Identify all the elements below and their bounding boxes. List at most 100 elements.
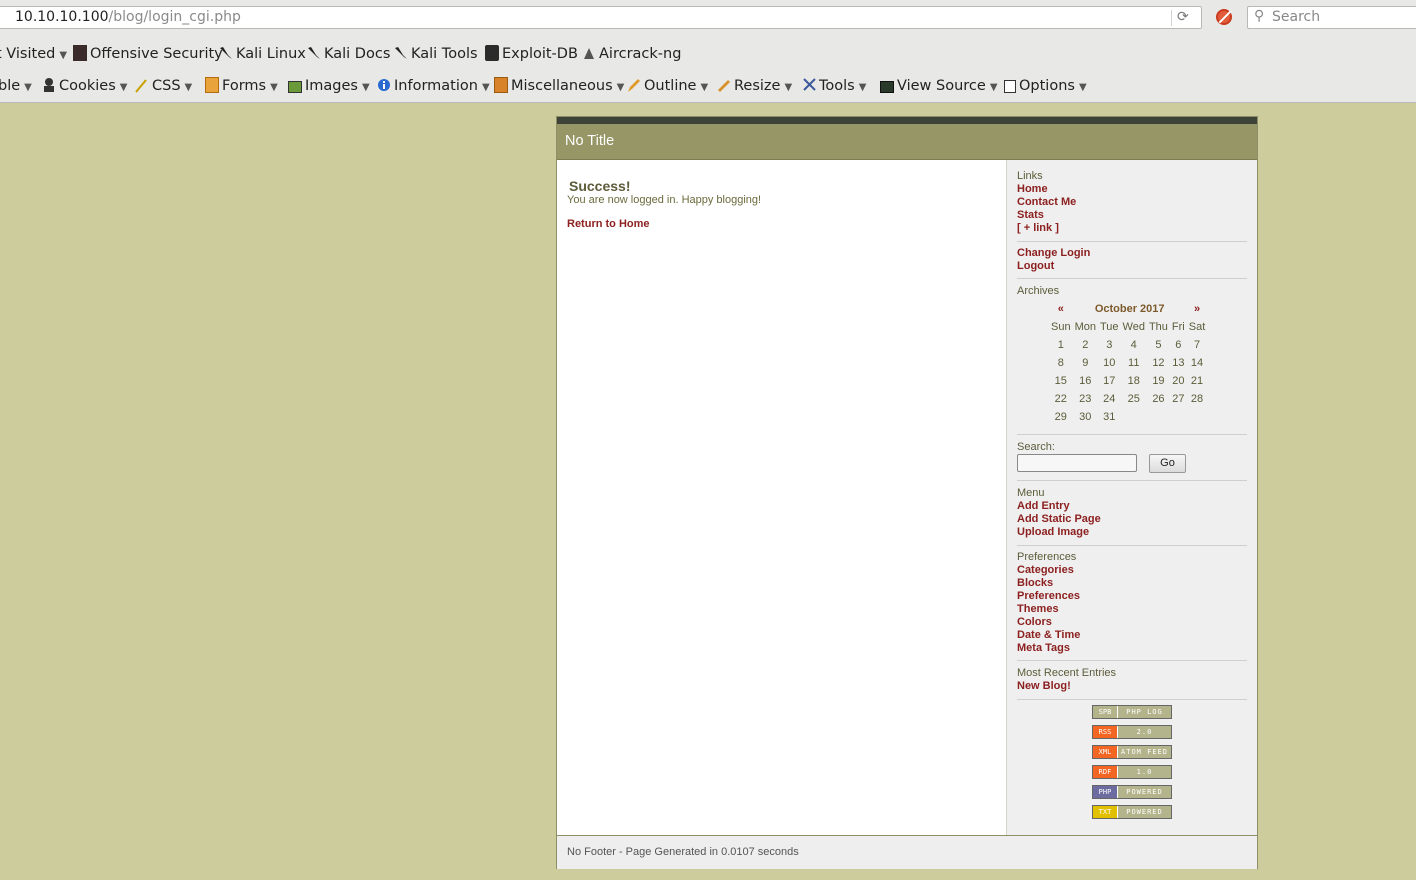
noscript-icon[interactable] bbox=[1216, 9, 1232, 25]
devtb-forms[interactable]: Forms ▼ bbox=[205, 74, 278, 100]
link-themes[interactable]: Themes bbox=[1017, 603, 1247, 616]
calendar-day: 6 bbox=[1175, 339, 1182, 351]
links-block: Links Home Contact Me Stats [ + link ] bbox=[1017, 170, 1247, 235]
link-home[interactable]: Home bbox=[1017, 183, 1247, 196]
link-preferences[interactable]: Preferences bbox=[1017, 590, 1247, 603]
bookmark-label: Kali Docs bbox=[324, 46, 391, 62]
link-stats[interactable]: Stats bbox=[1017, 209, 1247, 222]
search-icon: ⚲ bbox=[1254, 8, 1265, 24]
bookmark-label: Offensive Security bbox=[90, 46, 223, 62]
txt-powered-badge[interactable]: TXT POWERED bbox=[1092, 805, 1172, 819]
calendar-day bbox=[1187, 408, 1208, 426]
images-icon bbox=[288, 81, 302, 93]
badge-left: XML bbox=[1093, 746, 1118, 758]
link-logout[interactable]: Logout bbox=[1017, 260, 1247, 273]
devtb-information[interactable]: Information ▼ bbox=[377, 74, 490, 100]
divider bbox=[1017, 434, 1247, 435]
devtb-miscellaneous[interactable]: Miscellaneous ▼ bbox=[494, 74, 624, 100]
badge-left: SPB bbox=[1093, 706, 1118, 718]
devtb-view-source[interactable]: View Source ▼ bbox=[880, 74, 998, 100]
bookmark-exploit-db[interactable]: Exploit-DB bbox=[485, 42, 578, 66]
success-message: You are now logged in. Happy blogging! bbox=[567, 194, 762, 206]
link-blocks[interactable]: Blocks bbox=[1017, 577, 1247, 590]
bookmark-label: Aircrack-ng bbox=[599, 46, 682, 62]
weekday: Sat bbox=[1188, 321, 1206, 333]
calendar-day: 8 bbox=[1057, 357, 1064, 369]
chevron-down-icon: ▼ bbox=[481, 82, 490, 93]
devtb-options[interactable]: Options ▼ bbox=[1004, 74, 1087, 100]
recent-entries-block: Most Recent Entries New Blog! bbox=[1017, 667, 1247, 693]
weekday: Tue bbox=[1099, 321, 1119, 333]
url-host: 10.10.10.100 bbox=[15, 9, 109, 25]
calendar-month[interactable]: October 2017 bbox=[1073, 300, 1187, 318]
link-add-link[interactable]: [ + link ] bbox=[1017, 222, 1247, 235]
devtb-images[interactable]: Images ▼ bbox=[288, 74, 370, 100]
chevron-down-icon: ▼ bbox=[989, 82, 998, 93]
link-meta-tags[interactable]: Meta Tags bbox=[1017, 642, 1247, 655]
calendar-week: 22 23 24 25 26 27 28 bbox=[1049, 390, 1207, 408]
link-upload-image[interactable]: Upload Image bbox=[1017, 526, 1247, 539]
calendar-day: 16 bbox=[1079, 375, 1092, 387]
bookmark-kali-tools[interactable]: Kali Tools bbox=[394, 42, 478, 66]
return-home-link[interactable]: Return to Home bbox=[567, 218, 650, 230]
devtb-outline[interactable]: Outline ▼ bbox=[627, 74, 708, 100]
bookmark-offensive-security[interactable]: Offensive Security bbox=[73, 42, 223, 66]
devtb-resize[interactable]: Resize ▼ bbox=[717, 74, 792, 100]
url-path: /blog/login_cgi.php bbox=[108, 9, 241, 25]
weekday: Thu bbox=[1148, 321, 1168, 333]
chevron-down-icon: ▼ bbox=[184, 82, 193, 93]
link-colors[interactable]: Colors bbox=[1017, 616, 1247, 629]
weekday: Sun bbox=[1051, 321, 1071, 333]
bookmark-kali-linux[interactable]: Kali Linux bbox=[219, 42, 306, 66]
bookmark-aircrack-ng[interactable]: Aircrack-ng bbox=[582, 42, 681, 66]
calendar-day: 23 bbox=[1079, 393, 1092, 405]
bookmark-kali-docs[interactable]: Kali Docs bbox=[307, 42, 390, 66]
devtb-label: Information bbox=[394, 78, 478, 94]
devtb-label: Forms bbox=[222, 78, 267, 94]
calendar-day: 14 bbox=[1190, 357, 1204, 369]
link-add-static-page[interactable]: Add Static Page bbox=[1017, 513, 1247, 526]
link-date-time[interactable]: Date & Time bbox=[1017, 629, 1247, 642]
chevron-down-icon: ▼ bbox=[1078, 82, 1087, 93]
rss-badge[interactable]: RSS 2.0 bbox=[1092, 725, 1172, 739]
reload-icon[interactable]: ⟳ bbox=[1177, 7, 1189, 28]
url-text[interactable]: 10.10.10.100/blog/login_cgi.php bbox=[15, 7, 241, 28]
url-separator bbox=[1171, 10, 1172, 26]
devtb-label: Miscellaneous bbox=[511, 78, 613, 94]
badge-right: POWERED bbox=[1126, 808, 1163, 816]
calendar-day: 3 bbox=[1106, 339, 1113, 351]
outline-pencil-icon bbox=[627, 77, 641, 93]
blog-search-input[interactable] bbox=[1017, 454, 1137, 472]
css-wand-icon bbox=[135, 77, 149, 93]
kali-dragon-icon bbox=[307, 45, 321, 61]
link-change-login[interactable]: Change Login bbox=[1017, 247, 1247, 260]
devtb-disable[interactable]: ble ▼ bbox=[0, 74, 32, 100]
url-bar[interactable]: 10.10.10.100/blog/login_cgi.php ⟳ bbox=[0, 6, 1202, 29]
calendar-day: 28 bbox=[1190, 393, 1204, 405]
devtb-cookies[interactable]: Cookies ▼ bbox=[42, 74, 127, 100]
calendar-next-link[interactable]: » bbox=[1187, 300, 1208, 318]
devtb-tools[interactable]: Tools ▼ bbox=[802, 74, 866, 100]
badge-right: 2.0 bbox=[1136, 728, 1153, 736]
search-box[interactable]: ⚲ Search bbox=[1247, 6, 1416, 29]
chevron-down-icon: ▼ bbox=[24, 82, 32, 93]
link-add-entry[interactable]: Add Entry bbox=[1017, 500, 1247, 513]
devtb-label: Outline bbox=[644, 78, 697, 94]
bookmark-most-visited[interactable]: t Visited ▼ bbox=[0, 42, 67, 68]
devtb-css[interactable]: CSS ▼ bbox=[135, 74, 192, 100]
archives-heading: Archives bbox=[1017, 285, 1060, 297]
page-footer: No Footer - Page Generated in 0.0107 sec… bbox=[557, 835, 1257, 869]
sphpblog-badge[interactable]: SPB PHP LOG bbox=[1092, 705, 1172, 719]
link-contact-me[interactable]: Contact Me bbox=[1017, 196, 1247, 209]
header-stripe bbox=[557, 117, 1257, 124]
weekday: Fri bbox=[1171, 321, 1185, 333]
calendar-prev-link[interactable]: « bbox=[1049, 300, 1073, 318]
calendar-day: 27 bbox=[1172, 393, 1185, 405]
atom-feed-badge[interactable]: XML ATOM FEED bbox=[1092, 745, 1172, 759]
go-button[interactable]: Go bbox=[1149, 454, 1186, 473]
rdf-badge[interactable]: RDF 1.0 bbox=[1092, 765, 1172, 779]
php-powered-badge[interactable]: PHP POWERED bbox=[1092, 785, 1172, 799]
link-new-blog[interactable]: New Blog! bbox=[1017, 680, 1247, 693]
link-categories[interactable]: Categories bbox=[1017, 564, 1247, 577]
badge-left: TXT bbox=[1093, 806, 1118, 818]
